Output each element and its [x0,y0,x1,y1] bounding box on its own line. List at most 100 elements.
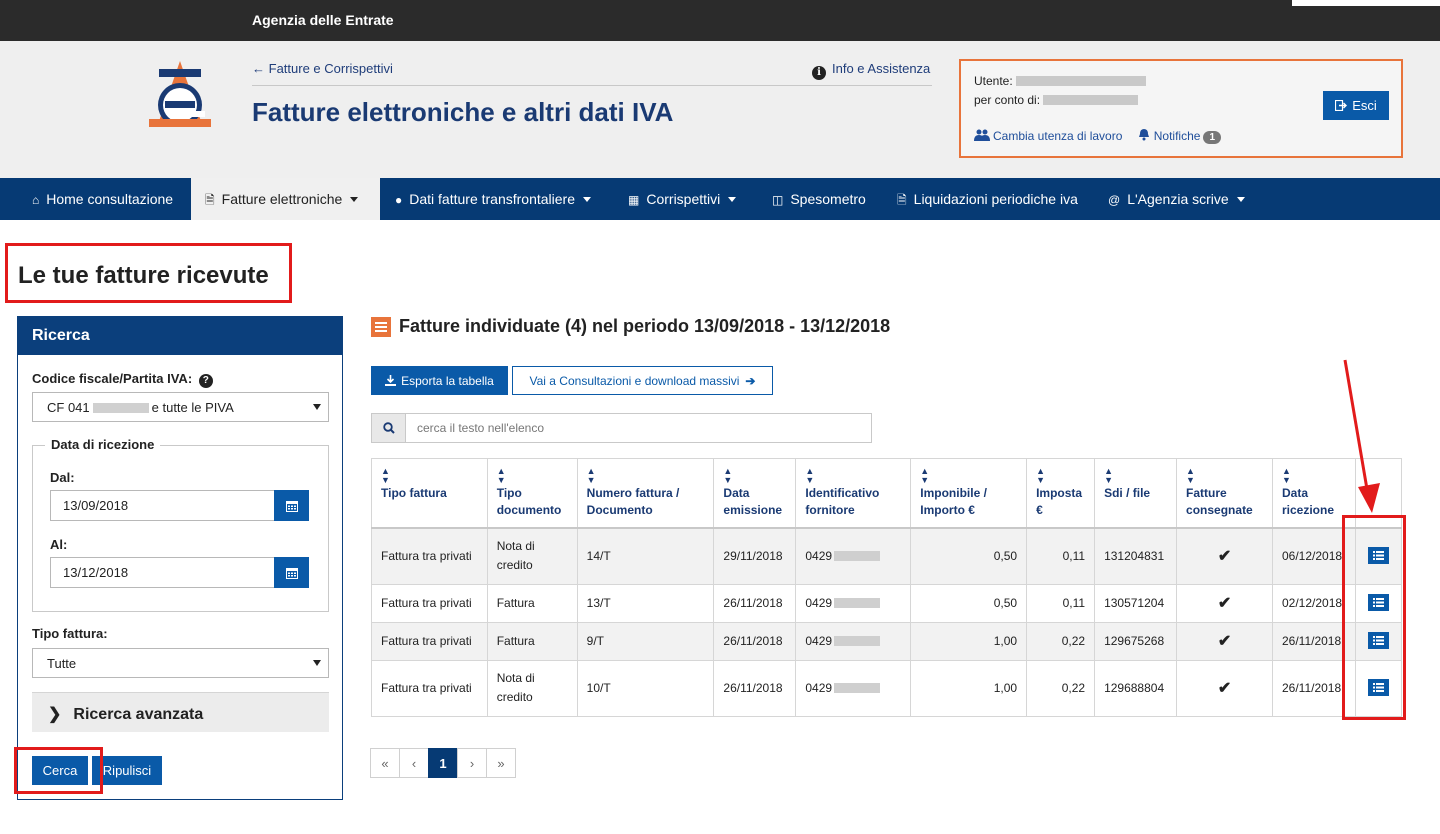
back-link-label: Fatture e Corrispettivi [268,61,393,76]
table-filter-input[interactable] [406,414,871,442]
cell-fornitore: 0429 [795,621,912,661]
site-title: Fatture elettroniche e altri dati IVA [252,97,674,127]
calendar-icon [285,500,298,512]
caret-down-icon [350,197,359,202]
redacted-fornitore [834,597,881,608]
user-box: Utente: per conto di: Cambia utenza di l… [959,59,1403,158]
cf-label-text: Codice fiscale/Partita IVA: [32,371,193,386]
nav-label: Home consultazione [46,191,174,207]
redacted-cf [92,403,149,413]
pager-first[interactable]: « [370,748,400,778]
cell-tipo-fattura: Fattura tra privati [371,621,488,661]
cell-data-emissione: 26/11/2018 [713,583,797,623]
redacted-fornitore [834,682,881,693]
export-table-button[interactable]: Esporta la tabella [371,366,508,395]
sort-icon: ▲ ▼ [381,466,390,485]
info-link-label: Info e Assistenza [832,61,931,76]
dropdown-arrow-icon [313,404,321,410]
bulk-download-button[interactable]: Vai a Consultazioni e download massivi ➔ [512,366,773,395]
from-date-input[interactable]: 13/09/2018 [50,490,275,521]
logout-button[interactable]: Esci [1323,91,1389,120]
from-calendar-button[interactable] [274,490,309,521]
col-header-label: Data emissione [723,486,783,517]
type-select[interactable]: Tutte [32,648,329,678]
table-filter [371,413,872,443]
caret-down-icon [583,197,591,202]
globe-icon: ● [395,193,403,207]
search-panel-title: Ricerca [18,317,342,355]
sort-icon: ▲ ▼ [723,466,733,485]
annotation-arrow [1343,359,1380,513]
top-bar-blank [1292,0,1440,6]
nav-label: Spesometro [790,191,866,207]
cell-numero: 9/T [576,621,715,661]
redacted-fornitore [834,550,881,561]
advanced-search-toggle[interactable]: ❯ Ricerca avanzata [32,692,329,732]
download-icon [385,375,397,386]
col-header[interactable]: ▲ ▼ Numero fattura / Documento [576,458,715,529]
col-header[interactable]: ▲ ▼ Data emissione [713,458,797,529]
date-fieldset-legend: Data di ricezione [45,437,161,452]
cell-sdi: 129675268 [1094,621,1178,661]
header-divider [252,85,932,86]
cf-select[interactable]: CF 041 e tutte le PIVA [32,392,329,422]
nav-home-consultazione[interactable]: ⌂ Home consultazione [18,178,187,220]
col-header[interactable]: ▲ ▼ Identificativo fornitore [795,458,912,529]
cell-data-emissione: 26/11/2018 [713,659,797,717]
cell-fornitore: 0429 [795,527,912,585]
advanced-search-label: Ricerca avanzata [73,706,204,723]
caret-down-icon [728,197,737,202]
to-label: Al: [50,537,68,552]
cell-fornitore: 0429 [795,659,912,717]
dropdown-arrow-icon [313,660,321,666]
table-header-row: ▲ ▼ Tipo fattura ▲ ▼ Tipo documento ▲ ▼ Numero… [371,458,1403,529]
col-header-label: Tipo documento [496,486,562,517]
pager-prev[interactable]: ‹ [399,748,429,778]
sort-icon: ▲ ▼ [805,466,815,485]
change-user-link[interactable]: Cambia utenza di lavoro [974,129,1126,143]
col-header[interactable]: ▲ ▼ Fatture consegnate [1176,458,1273,529]
table-row: Fattura tra privati Fattura 13/T 26/11/2… [371,583,1403,623]
info-assistenza-link[interactable]: i Info e Assistenza [812,61,930,80]
users-icon [974,129,990,141]
cell-tipo-documento: Nota di credito [486,659,578,717]
cell-imposta: 0,22 [1026,659,1096,717]
col-header[interactable]: ▲ ▼ Imponibile / Importo € [910,458,1028,529]
back-link-fatture-corrispettivi[interactable]: ← Fatture e Corrispettivi [252,61,393,76]
col-header[interactable]: ▲ ▼ Imposta € [1026,458,1096,529]
arrow-right-icon: ➔ [745,373,756,388]
chevron-right-icon: ❯ [48,706,62,723]
user-links: Cambia utenza di lavoro Notifiche 1 [974,128,1221,144]
help-icon[interactable]: ? [198,374,213,388]
nav-label: Dati fatture transfrontaliere [409,191,575,207]
pager-next[interactable]: › [457,748,487,778]
cf-select-prefix: CF 041 [47,400,90,415]
to-calendar-button[interactable] [274,557,309,588]
export-table-label: Esporta la tabella [401,373,494,388]
nav-label: Liquidazioni periodiche iva [913,191,1078,207]
col-header[interactable]: ▲ ▼ Sdi / file [1094,458,1178,529]
col-header-label: Fatture consegnate [1186,486,1253,517]
per-conto-label: per conto di: [974,93,1041,107]
nav-corrispettivi[interactable]: ▦ Corrispettivi [614,178,750,220]
notifications-link[interactable]: Notifiche 1 [1138,129,1221,144]
nav-dati-fatture-transfrontaliere[interactable]: ● Dati fatture transfrontaliere [381,178,605,220]
cell-fornitore: 0429 [795,583,912,623]
calculator-icon: ▦ [628,193,640,207]
table-row: Fattura tra privati Nota di credito 14/T… [371,527,1403,585]
col-header[interactable]: ▲ ▼ Tipo fattura [371,458,488,529]
col-header-label: Numero fattura / Documento [586,486,680,517]
nav-fatture-elettroniche[interactable]: 🗎 Fatture elettroniche [191,178,380,220]
col-header[interactable]: ▲ ▼ Tipo documento [486,458,578,529]
notifications-count-badge: 1 [1203,131,1221,144]
pager-last[interactable]: » [486,748,516,778]
table-row: Fattura tra privati Nota di credito 10/T… [371,659,1403,717]
results-table: ▲ ▼ Tipo fattura ▲ ▼ Tipo documento ▲ ▼ Numero… [371,458,1403,717]
nav-liquidazioni-periodiche-iva[interactable]: 🗎 Liquidazioni periodiche iva [883,178,1092,220]
nav-spesometro[interactable]: ◫ Spesometro [758,178,880,220]
to-date-input[interactable]: 13/12/2018 [50,557,275,588]
date-fieldset: Data di ricezione Dal: 13/09/2018 Al: 13… [32,437,329,612]
pager-page-1[interactable]: 1 [428,748,458,778]
col-header-label: Identificativo fornitore [805,486,880,517]
nav-agenzia-scrive[interactable]: @ L'Agenzia scrive [1094,178,1259,220]
